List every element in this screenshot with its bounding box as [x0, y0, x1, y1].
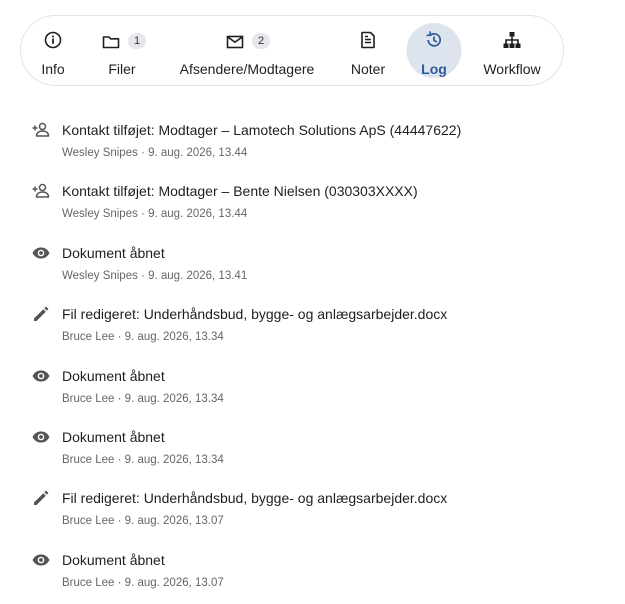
meta-separator: · [137, 269, 149, 282]
log-entry-user: Bruce Lee [62, 515, 115, 528]
eye-icon [31, 243, 51, 263]
log-entry-meta: Bruce Lee · 9. aug. 2026, 13.34 [62, 331, 224, 343]
log-entry-timestamp: 9. aug. 2026, 13.07 [124, 576, 224, 589]
log-entry-user: Bruce Lee [62, 576, 115, 589]
log-entry-user: Bruce Lee [62, 331, 115, 344]
mail-icon [225, 32, 245, 57]
log-entry-timestamp: 9. aug. 2026, 13.44 [148, 208, 248, 221]
log-entry-user: Wesley Snipes [62, 269, 138, 282]
eye-icon [31, 427, 51, 447]
log-entry-meta: Wesley Snipes · 9. aug. 2026, 13.41 [62, 270, 247, 282]
tab-label: Afsendere/Modtagere [179, 61, 315, 77]
note-icon [358, 30, 378, 55]
log-entry-title: Dokument åbnet [62, 367, 165, 384]
contacts-count-badge: 2 [252, 33, 270, 49]
pencil-icon [31, 488, 51, 508]
log-entry-title: Dokument åbnet [62, 551, 165, 568]
log-entry: Kontakt tilføjet: Modtager – Bente Niels… [0, 171, 625, 227]
info-icon [43, 30, 63, 55]
log-entry-user: Wesley Snipes [62, 208, 138, 221]
tab-label: Noter [350, 61, 386, 77]
meta-separator: · [114, 392, 125, 405]
log-entry: Fil redigeret: Underhåndsbud, bygge- og … [0, 294, 625, 350]
log-entry: Dokument åbnet Bruce Lee · 9. aug. 2026, … [0, 540, 625, 596]
log-entry-title: Dokument åbnet [62, 244, 165, 261]
log-entry-meta: Bruce Lee · 9. aug. 2026, 13.07 [62, 577, 224, 589]
tab-log[interactable]: Log [406, 16, 462, 85]
meta-separator: · [114, 331, 125, 344]
log-entry-title: Fil redigeret: Underhåndsbud, bygge- og … [62, 306, 448, 323]
meta-separator: · [137, 147, 149, 159]
tab-label: Workflow [483, 61, 541, 77]
meta-separator: · [114, 576, 125, 589]
log-entry: Dokument åbnet Bruce Lee · 9. aug. 2026, … [0, 417, 625, 473]
log-entry-title: Kontakt tilføjet: Modtager – Lamotech So… [62, 122, 462, 138]
meta-separator: · [114, 454, 125, 466]
tab-info[interactable]: Info [33, 16, 73, 85]
tab-afsendere-modtagere[interactable]: 2 Afsendere/Modtagere [179, 16, 315, 85]
log-entry: Dokument åbnet Wesley Snipes · 9. aug. 20… [0, 233, 625, 289]
eye-icon [31, 366, 51, 386]
history-icon [424, 30, 444, 55]
tab-label: Log [421, 61, 447, 77]
log-entry: Dokument åbnet Bruce Lee · 9. aug. 2026, … [0, 356, 625, 412]
files-count-badge: 1 [128, 33, 146, 49]
tab-label: Info [41, 61, 65, 77]
eye-icon [31, 550, 51, 570]
log-entry-timestamp: 9. aug. 2026, 13.07 [124, 515, 224, 528]
person-add-icon [31, 120, 51, 140]
log-entry-timestamp: 9. aug. 2026, 13.34 [124, 331, 224, 344]
workflow-icon [502, 30, 522, 55]
person-add-icon [31, 181, 51, 201]
meta-separator: · [137, 208, 149, 221]
log-entry-meta: Bruce Lee · 9. aug. 2026, 13.34 [62, 454, 224, 466]
tab-bar: Info 1 Filer 2 Afsendere/Modtagere Noter [20, 15, 564, 86]
tab-filer[interactable]: 1 Filer [101, 16, 146, 85]
meta-separator: · [114, 515, 125, 528]
log-entry-timestamp: 9. aug. 2026, 13.44 [148, 147, 248, 159]
tab-noter[interactable]: Noter [348, 16, 388, 85]
log-entry-meta: Wesley Snipes · 9. aug. 2026, 13.44 [62, 208, 247, 220]
log-entry-title: Fil redigeret: Underhåndsbud, bygge- og … [62, 490, 448, 507]
log-entry-user: Wesley Snipes [62, 147, 138, 159]
log-entry-user: Bruce Lee [62, 454, 115, 466]
log-entry-timestamp: 9. aug. 2026, 13.41 [148, 269, 248, 282]
log-entry-timestamp: 9. aug. 2026, 13.34 [124, 454, 224, 466]
log-entry-meta: Bruce Lee · 9. aug. 2026, 13.34 [62, 393, 224, 405]
log-entry-meta: Wesley Snipes · 9. aug. 2026, 13.44 [62, 147, 247, 159]
log-entry-title: Dokument åbnet [62, 429, 165, 445]
log-entry-user: Bruce Lee [62, 392, 115, 405]
log-entry: Fil redigeret: Underhåndsbud, bygge- og … [0, 478, 625, 534]
tab-workflow[interactable]: Workflow [481, 16, 543, 85]
log-entry: Kontakt tilføjet: Modtager – Lamotech So… [0, 110, 625, 166]
pencil-icon [31, 304, 51, 324]
folder-icon [101, 32, 121, 57]
log-entry-timestamp: 9. aug. 2026, 13.34 [124, 392, 224, 405]
log-entry-title: Kontakt tilføjet: Modtager – Bente Niels… [62, 183, 418, 200]
tab-label: Filer [108, 61, 136, 77]
log-entry-meta: Bruce Lee · 9. aug. 2026, 13.07 [62, 515, 224, 527]
